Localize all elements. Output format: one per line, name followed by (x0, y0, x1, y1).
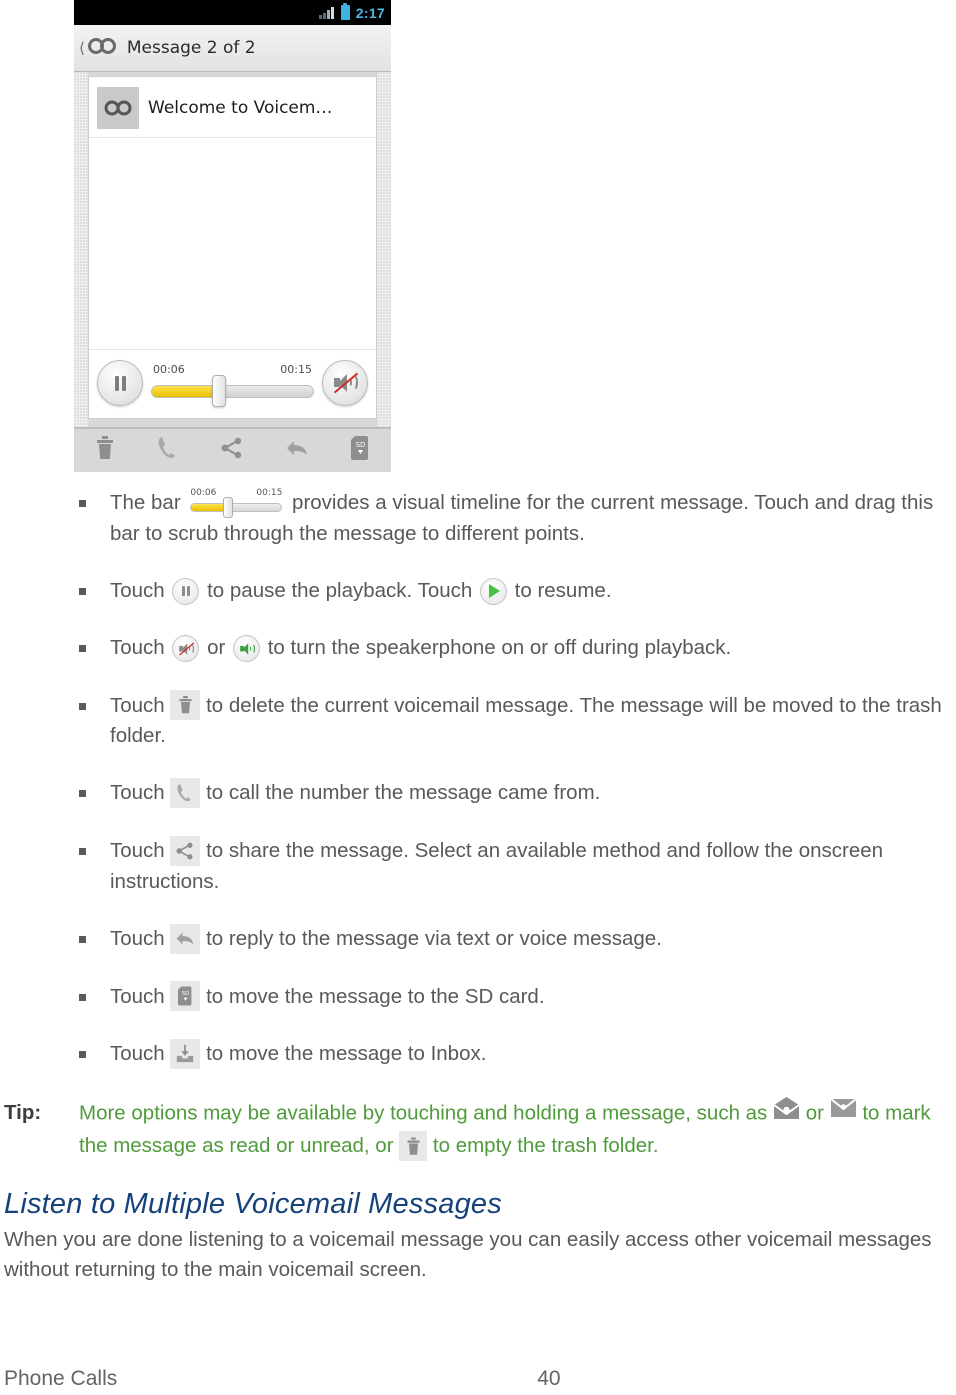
slider-track[interactable] (151, 385, 314, 398)
bullet-text-mid: or (201, 636, 232, 660)
tip-part4: to empty the trash folder. (427, 1134, 659, 1158)
phone-icon[interactable] (157, 436, 179, 465)
bullet-timeline-bar: The bar 00:06 00:15 provides a visual tim… (0, 488, 956, 549)
message-action-toolbar: SD (74, 427, 391, 472)
message-header: Welcome to Voicem… (89, 77, 376, 138)
bullet-text-pre: Touch (110, 984, 171, 1008)
speaker-muted-icon (333, 372, 359, 394)
envelope-closed-icon (830, 1097, 857, 1129)
bullet-text-post: to reply to the message via text or voic… (200, 926, 662, 950)
share-icon[interactable] (221, 437, 243, 464)
tip-label: Tip: (4, 1100, 42, 1124)
bullet-text-post: to resume. (508, 578, 612, 602)
voicemail-icon (87, 35, 117, 62)
voicemail-icon (97, 87, 139, 129)
sd-card-icon[interactable]: SD (351, 436, 370, 465)
bullet-move-to-sd: Touch SD to move the message to the SD c… (0, 981, 956, 1013)
status-bar-clock: 2:17 (355, 4, 385, 21)
pause-icon (172, 577, 200, 605)
message-card: Welcome to Voicem… 00:06 00:15 (88, 76, 377, 419)
duration-time: 00:15 (280, 363, 312, 376)
pause-button[interactable] (97, 360, 143, 406)
slider-thumb[interactable] (212, 375, 227, 407)
bullet-text-post: to turn the speakerphone on or off durin… (262, 636, 732, 660)
envelope-open-icon (773, 1096, 800, 1130)
bullet-speakerphone: Touch or to turn the speakerphone on or … (0, 633, 956, 663)
chevron-left-icon[interactable]: ⟨ (79, 39, 85, 57)
svg-text:SD: SD (356, 441, 366, 449)
mini-duration: 00:15 (256, 487, 283, 498)
bullet-reply-message: Touch to reply to the message via text o… (0, 923, 956, 955)
tip-block: Tip: More options may be available by tou… (0, 1096, 956, 1163)
bullet-text-post: to share the message. Select an availabl… (110, 839, 884, 893)
mini-elapsed: 00:06 (190, 487, 217, 498)
slider-fill (152, 386, 218, 397)
bullet-text-pre: Touch (110, 1042, 171, 1066)
bullet-call-back: Touch to call the number the message cam… (0, 778, 956, 809)
sd-card-icon: SD (170, 981, 201, 1012)
svg-text:SD: SD (182, 991, 190, 997)
inbox-icon (170, 1038, 201, 1069)
right-texture-rail (377, 72, 391, 427)
bullet-text-post: to move the message to the SD card. (200, 984, 545, 1008)
timeline-slider-icon: 00:06 00:15 (190, 487, 283, 519)
speaker-toggle-button[interactable] (322, 360, 368, 406)
tip-part1: More options may be available by touchin… (79, 1101, 774, 1124)
elapsed-time: 00:06 (153, 363, 185, 376)
bullet-text-post: to move the message to Inbox. (200, 1042, 487, 1066)
instruction-list: The bar 00:06 00:15 provides a visual tim… (0, 488, 956, 1070)
phone-screenshot-figure: 2:17 ⟨ Message 2 of 2 Welcome to Voicem…… (74, 0, 391, 472)
trash-icon (170, 690, 201, 721)
bullet-text-pre: Touch (110, 636, 171, 660)
bullet-text-pre: Touch (110, 781, 171, 805)
playback-slider[interactable]: 00:06 00:15 (149, 363, 316, 407)
phone-icon (170, 778, 201, 809)
bullet-text-post: to delete the current voicemail message.… (110, 693, 942, 748)
message-title-text: Message 2 of 2 (126, 38, 256, 58)
battery-icon (340, 2, 350, 20)
bullet-share-message: Touch to share the message. Select an av… (0, 835, 956, 897)
message-title-bar: ⟨ Message 2 of 2 (74, 25, 391, 72)
footer-page-number: 40 (537, 1367, 561, 1390)
trash-icon (399, 1131, 428, 1162)
instructions-content: The bar 00:06 00:15 provides a visual tim… (0, 488, 956, 1285)
playback-times: 00:06 00:15 (149, 363, 316, 376)
tip-part2: or (800, 1101, 830, 1124)
playback-controls: 00:06 00:15 (89, 349, 376, 412)
bullet-text-pre: Touch (110, 839, 171, 863)
bullet-pause-resume: Touch to pause the playback. Touch to re… (0, 576, 956, 606)
play-icon (479, 577, 507, 605)
bullet-move-to-inbox: Touch to move the message to Inbox. (0, 1038, 956, 1070)
section-body: When you are done listening to a voicema… (4, 1228, 932, 1281)
signal-bars-icon (319, 6, 334, 19)
page-footer: Phone Calls 40 (0, 1367, 956, 1391)
manual-page: 2:17 ⟨ Message 2 of 2 Welcome to Voicem…… (0, 0, 956, 1395)
pause-icon (114, 375, 126, 391)
footer-chapter: Phone Calls (4, 1367, 118, 1390)
bullet-text-mid: to pause the playback. Touch (201, 578, 478, 602)
left-texture-rail (74, 72, 88, 427)
bullet-text-pre: Touch (110, 578, 171, 602)
message-body-area: Welcome to Voicem… 00:06 00:15 (74, 72, 391, 427)
reply-icon (170, 923, 201, 954)
speaker-on-icon (233, 635, 261, 663)
bullet-text-pre: The bar (110, 491, 187, 514)
section-heading: Listen to Multiple Voicemail Messages (4, 1188, 502, 1221)
message-subject: Welcome to Voicem… (148, 98, 333, 118)
bullet-text-post: to call the number the message came from… (200, 781, 601, 805)
bullet-delete-message: Touch to delete the current voicemail me… (0, 690, 956, 752)
trash-icon[interactable] (95, 436, 115, 465)
bullet-text-pre: Touch (110, 926, 171, 950)
speaker-muted-icon (172, 635, 200, 663)
share-icon (170, 835, 201, 866)
bullet-text-pre: Touch (110, 693, 171, 717)
android-status-bar: 2:17 (74, 0, 391, 25)
reply-icon[interactable] (285, 438, 309, 463)
